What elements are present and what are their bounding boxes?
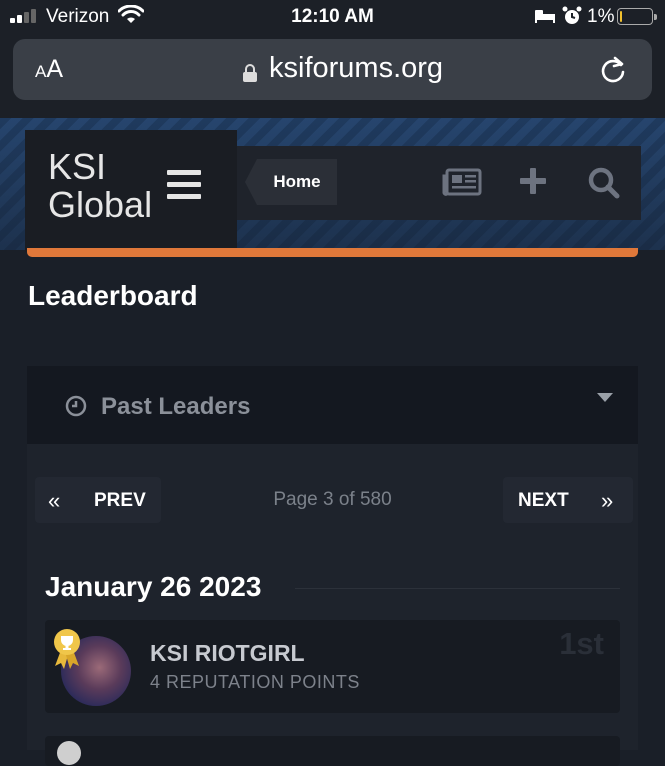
logo-line-2: Global — [48, 184, 153, 225]
sleep-icon — [534, 8, 556, 29]
accent-bar — [27, 248, 638, 257]
battery-percent: 1% — [587, 6, 615, 27]
leader-points: 4 REPUTATION POINTS — [150, 672, 360, 692]
lock-icon — [242, 63, 258, 88]
next-page-button[interactable]: NEXT » — [503, 477, 633, 523]
avatar[interactable] — [57, 741, 81, 765]
chevron-down-icon — [597, 393, 613, 402]
text-size-button[interactable]: AA — [35, 55, 63, 84]
date-heading: January 26 2023 — [45, 571, 262, 602]
url-text[interactable]: ksiforums.org — [269, 52, 443, 85]
double-chevron-right-icon: » — [601, 488, 614, 513]
battery-icon — [617, 8, 657, 25]
alarm-icon — [562, 6, 582, 31]
page-title: Leaderboard — [28, 280, 198, 311]
logo-line-1: KSI — [48, 146, 107, 187]
past-leaders-label: Past Leaders — [101, 393, 251, 420]
trophy-icon — [51, 628, 83, 675]
address-bar[interactable]: AA ksiforums.org — [13, 39, 652, 100]
next-label: NEXT — [518, 490, 569, 511]
rank-badge: 1st — [559, 626, 604, 661]
divider — [295, 588, 620, 589]
site-banner: KSI Global Home — [0, 118, 665, 252]
site-logo[interactable]: KSI Global — [25, 130, 237, 252]
nav-bar: Home — [237, 146, 641, 220]
leaderboard-panel: « PREV Page 3 of 580 NEXT » January 26 2… — [27, 444, 638, 766]
browser-toolbar: AA ksiforums.org — [0, 34, 665, 118]
leader-row[interactable] — [45, 736, 620, 766]
leader-name[interactable]: KSI RIOTGIRL — [150, 640, 305, 667]
clock-icon — [65, 395, 87, 422]
newspaper-icon[interactable] — [442, 168, 482, 201]
hamburger-icon[interactable] — [167, 170, 201, 206]
status-bar: Verizon 12:10 AM 1% — [0, 0, 665, 34]
leader-row[interactable]: KSI RIOTGIRL 4 REPUTATION POINTS 1st — [45, 620, 620, 713]
breadcrumb-home[interactable]: Home — [245, 159, 337, 205]
plus-icon[interactable] — [518, 166, 548, 201]
reload-icon[interactable] — [599, 55, 627, 90]
search-icon[interactable] — [587, 166, 621, 205]
past-leaders-dropdown[interactable]: Past Leaders — [27, 366, 638, 444]
